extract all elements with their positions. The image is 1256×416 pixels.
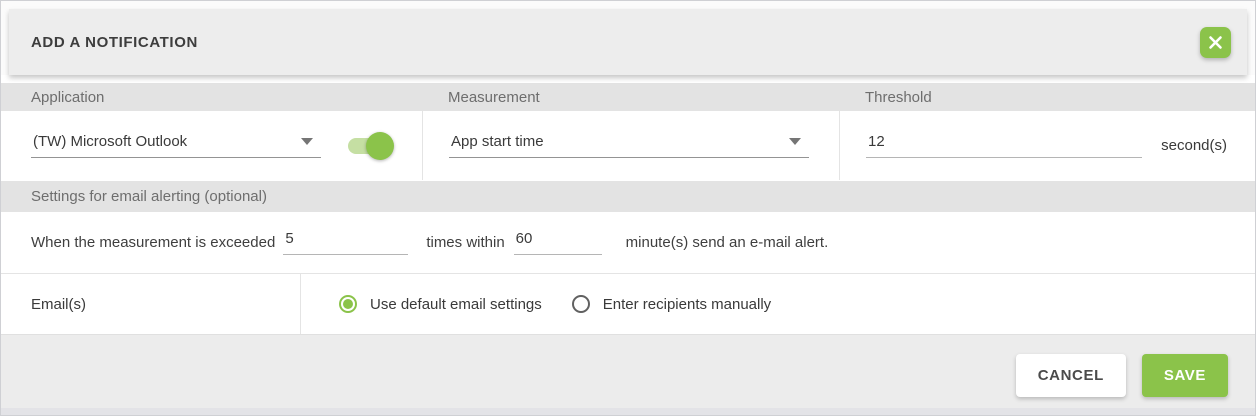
rule-suffix-label: minute(s) send an e-mail alert.	[626, 234, 829, 251]
chevron-down-icon	[789, 138, 801, 145]
measurement-select[interactable]: App start time	[449, 133, 809, 158]
emails-label: Email(s)	[1, 274, 301, 334]
radio-unselected-icon	[572, 295, 590, 313]
dialog-title: ADD A NOTIFICATION	[31, 34, 198, 51]
alert-rule-row: When the measurement is exceeded times w…	[1, 212, 1255, 273]
threshold-unit-label: second(s)	[1161, 137, 1227, 154]
threshold-input[interactable]	[866, 133, 1142, 158]
application-enabled-toggle[interactable]	[348, 138, 388, 154]
dialog-header-wrap: ADD A NOTIFICATION	[1, 1, 1255, 75]
cancel-button[interactable]: CANCEL	[1016, 354, 1126, 397]
radio-selected-icon	[339, 295, 357, 313]
threshold-column-label: Threshold	[839, 83, 1255, 111]
close-button[interactable]	[1200, 27, 1231, 58]
radio-enter-recipients-manually[interactable]: Enter recipients manually	[572, 295, 771, 313]
measurement-cell: App start time	[422, 111, 839, 180]
radio-label: Enter recipients manually	[603, 296, 771, 313]
rule-middle-label: times within	[426, 234, 504, 251]
column-labels-band: Application Measurement Threshold	[1, 83, 1255, 111]
email-options-group: Use default email settings Enter recipie…	[339, 274, 771, 334]
email-alerting-section-header: Settings for email alerting (optional)	[1, 181, 1255, 212]
toggle-thumb	[366, 132, 394, 160]
email-recipients-row: Email(s) Use default email settings Ente…	[1, 273, 1255, 334]
measurement-select-value: App start time	[451, 133, 544, 150]
close-icon	[1208, 35, 1223, 50]
add-notification-dialog: ADD A NOTIFICATION Application Measureme…	[0, 0, 1256, 416]
application-select-value: (TW) Microsoft Outlook	[33, 133, 187, 150]
radio-label: Use default email settings	[370, 296, 542, 313]
dialog-header: ADD A NOTIFICATION	[9, 9, 1247, 75]
save-button[interactable]: SAVE	[1142, 354, 1228, 397]
rule-prefix-label: When the measurement is exceeded	[31, 234, 275, 251]
application-cell: (TW) Microsoft Outlook	[1, 111, 422, 180]
dialog-footer: CANCEL SAVE	[1, 334, 1255, 415]
measurement-column-label: Measurement	[422, 83, 839, 111]
application-select[interactable]: (TW) Microsoft Outlook	[31, 133, 321, 158]
notification-inputs-row: (TW) Microsoft Outlook App start time se…	[1, 111, 1255, 180]
minutes-window-input[interactable]	[514, 230, 602, 255]
times-exceeded-input[interactable]	[283, 230, 408, 255]
threshold-cell: second(s)	[839, 111, 1255, 180]
radio-use-default-email-settings[interactable]: Use default email settings	[339, 295, 542, 313]
application-column-label: Application	[1, 83, 422, 111]
chevron-down-icon	[301, 138, 313, 145]
